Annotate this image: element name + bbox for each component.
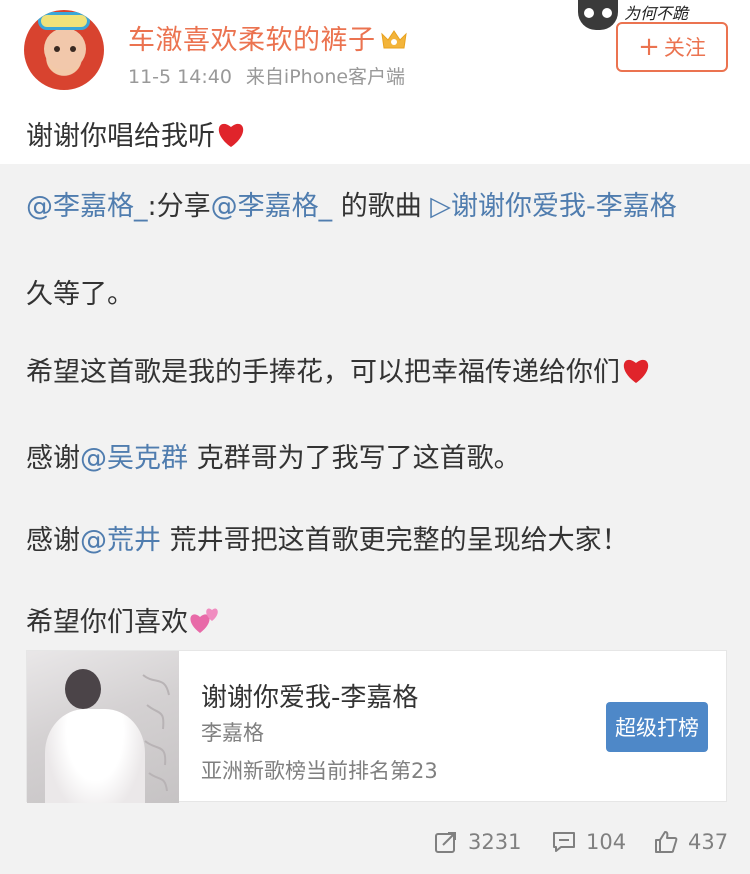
song-rank: 亚洲新歌榜当前排名第23 bbox=[201, 759, 438, 783]
thumbs-up-icon bbox=[655, 831, 678, 853]
cat-icon bbox=[578, 0, 618, 30]
song-artist: 李嘉格 bbox=[201, 721, 264, 745]
play-icon[interactable] bbox=[85, 709, 121, 745]
comment-action[interactable]: 104 bbox=[552, 830, 626, 854]
comment-icon bbox=[553, 832, 575, 852]
heart-emoji-icon bbox=[218, 123, 244, 147]
repost-line-5: 希望你们喜欢 bbox=[26, 600, 220, 639]
post-meta: 11-5 14:40 来自iPhone客户端 bbox=[128, 62, 405, 89]
avatar-eye-left bbox=[54, 46, 60, 52]
like-count: 437 bbox=[688, 830, 729, 854]
repost-line-3: 感谢@吴克群 克群哥为了我写了这首歌。 bbox=[26, 436, 521, 475]
action-bar: 3231 104 437 bbox=[0, 830, 750, 860]
comment-count: 104 bbox=[586, 830, 627, 854]
two-hearts-icon bbox=[190, 608, 218, 633]
share-mention-2[interactable]: @李嘉格_ bbox=[211, 191, 333, 222]
line4-pre: 感谢 bbox=[26, 525, 80, 556]
music-card[interactable]: 谢谢你爱我-李嘉格 李嘉格 亚洲新歌榜当前排名第23 超级打榜 bbox=[26, 650, 727, 803]
repost-count: 3231 bbox=[468, 830, 522, 854]
avatar-eye-right bbox=[70, 46, 76, 52]
vip-crown-icon bbox=[380, 30, 407, 49]
user-avatar[interactable] bbox=[24, 10, 104, 90]
repost-line-2: 希望这首歌是我的手捧花，可以把幸福传递给你们 bbox=[26, 350, 652, 389]
like-action[interactable]: 437 bbox=[654, 830, 728, 854]
repost-action[interactable]: 3231 bbox=[434, 830, 521, 854]
song-title[interactable]: 谢谢你爱我-李嘉格 bbox=[201, 677, 418, 714]
share-line: @李嘉格_:分享@李嘉格_ 的歌曲 ▷谢谢你爱我-李嘉格 bbox=[26, 184, 677, 223]
cover-figure-head bbox=[65, 669, 101, 709]
line4-post: 荒井哥把这首歌更完整的呈现给大家！ bbox=[161, 525, 629, 556]
post-text: 谢谢你唱给我听 bbox=[0, 100, 750, 162]
mention-wu-kequn[interactable]: @吴克群 bbox=[80, 443, 188, 474]
username[interactable]: 车澈喜欢柔软的裤子 bbox=[128, 18, 408, 57]
mention-huang-jing[interactable]: @荒井 bbox=[80, 525, 161, 556]
repost-block[interactable]: @李嘉格_:分享@李嘉格_ 的歌曲 ▷谢谢你爱我-李嘉格 久等了。 希望这首歌是… bbox=[0, 164, 750, 874]
follow-button[interactable]: + 关注 bbox=[616, 22, 728, 72]
post-header: 车澈喜欢柔软的裤子 11-5 14:40 来自iPhone客户端 为何不跪 + 关注 bbox=[0, 0, 750, 100]
post-time: 11-5 14:40 bbox=[128, 66, 232, 88]
heart-emoji-icon bbox=[623, 359, 649, 383]
plus-icon: + bbox=[638, 32, 660, 62]
line3-post: 克群哥为了我写了这首歌。 bbox=[188, 443, 521, 474]
post-text-body: 谢谢你唱给我听 bbox=[26, 121, 215, 152]
post-source: 来自iPhone客户端 bbox=[245, 66, 406, 88]
repost-icon bbox=[435, 832, 456, 853]
share-colon: :分享 bbox=[147, 191, 211, 222]
album-cover[interactable] bbox=[27, 651, 179, 803]
avatar-face bbox=[44, 28, 86, 70]
song-link[interactable]: ▷谢谢你爱我-李嘉格 bbox=[430, 191, 677, 222]
username-text[interactable]: 车澈喜欢柔软的裤子 bbox=[128, 25, 376, 56]
super-rank-button[interactable]: 超级打榜 bbox=[606, 702, 708, 752]
repost-line-2-text: 希望这首歌是我的手捧花，可以把幸福传递给你们 bbox=[26, 357, 620, 388]
follow-label: 关注 bbox=[663, 36, 706, 60]
line3-pre: 感谢 bbox=[26, 443, 80, 474]
cat-deco-text: 为何不跪 bbox=[624, 4, 689, 23]
share-mid: 的歌曲 bbox=[332, 191, 431, 222]
line5-text: 希望你们喜欢 bbox=[26, 607, 188, 638]
avatar-goggles bbox=[38, 12, 90, 30]
repost-line-1: 久等了。 bbox=[26, 279, 134, 310]
cover-script-decoration bbox=[142, 674, 170, 792]
repost-line-4: 感谢@荒井 荒井哥把这首歌更完整的呈现给大家！ bbox=[26, 518, 629, 557]
share-mention[interactable]: @李嘉格_ bbox=[26, 191, 148, 222]
